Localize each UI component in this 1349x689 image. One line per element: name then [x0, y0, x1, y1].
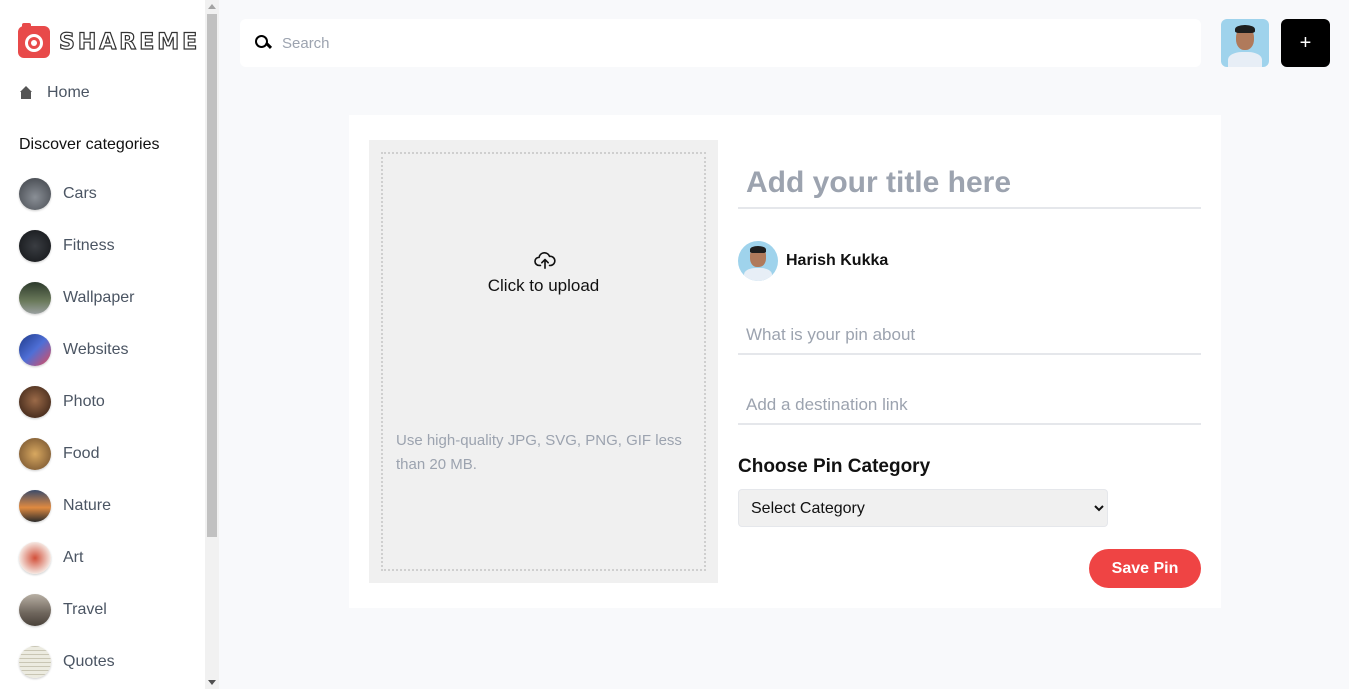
search-bar[interactable] [240, 19, 1201, 67]
category-thumbnail [19, 334, 51, 366]
add-pin-button[interactable]: + [1281, 19, 1330, 67]
sidebar-item-label: Quotes [63, 653, 115, 670]
category-thumbnail [19, 230, 51, 262]
category-thumbnail [19, 542, 51, 574]
user-avatar[interactable] [1221, 19, 1269, 67]
sidebar-item-label: Cars [63, 185, 97, 202]
upload-dropzone[interactable]: Click to upload Use high-quality JPG, SV… [381, 152, 706, 571]
scroll-thumb[interactable] [207, 14, 217, 537]
search-input[interactable] [282, 34, 1162, 52]
sidebar-item-food[interactable]: Food [19, 438, 134, 470]
search-icon [254, 34, 272, 52]
destination-link-input[interactable] [738, 387, 1201, 425]
sidebar-item-label: Websites [63, 341, 129, 358]
category-heading: Choose Pin Category [738, 456, 931, 477]
profile-photo [738, 241, 778, 281]
avatar [738, 241, 778, 281]
cloud-upload-icon [534, 252, 556, 269]
sidebar-item-quotes[interactable]: Quotes [19, 646, 134, 678]
title-input[interactable] [738, 159, 1201, 209]
sidebar-scrollbar[interactable] [205, 0, 219, 689]
sidebar: SHAREME Home Discover categories Cars Fi… [0, 0, 205, 689]
sidebar-item-label: Food [63, 445, 100, 462]
category-thumbnail [19, 178, 51, 210]
category-thumbnail [19, 490, 51, 522]
category-thumbnail [19, 386, 51, 418]
sidebar-item-travel[interactable]: Travel [19, 594, 134, 626]
sidebar-item-wallpaper[interactable]: Wallpaper [19, 282, 134, 314]
sidebar-item-label: Fitness [63, 237, 115, 254]
user-name: Harish Kukka [786, 252, 889, 269]
sidebar-item-home[interactable]: Home [19, 84, 90, 102]
sidebar-item-websites[interactable]: Websites [19, 334, 134, 366]
logo-text: SHAREME [58, 29, 201, 55]
profile-photo [1221, 19, 1269, 67]
scroll-up-arrow-icon[interactable] [208, 4, 216, 9]
camera-logo-icon [18, 23, 50, 58]
sidebar-item-label: Photo [63, 393, 105, 410]
category-thumbnail [19, 594, 51, 626]
discover-categories-heading: Discover categories [19, 136, 160, 153]
upload-area[interactable]: Click to upload Use high-quality JPG, SV… [369, 140, 718, 583]
save-pin-button[interactable]: Save Pin [1089, 549, 1201, 588]
category-list: Cars Fitness Wallpaper Websites Photo Fo… [19, 178, 134, 689]
home-icon [19, 86, 33, 100]
category-thumbnail [19, 646, 51, 678]
sidebar-item-label: Art [63, 549, 84, 566]
sidebar-item-fitness[interactable]: Fitness [19, 230, 134, 262]
upload-label: Click to upload [487, 276, 600, 295]
logo[interactable]: SHAREME [18, 23, 201, 58]
sidebar-item-label: Nature [63, 497, 112, 514]
sidebar-item-photo[interactable]: Photo [19, 386, 134, 418]
sidebar-item-label: Travel [63, 601, 107, 618]
create-pin-card: Click to upload Use high-quality JPG, SV… [349, 115, 1221, 608]
category-thumbnail [19, 282, 51, 314]
scroll-down-arrow-icon[interactable] [208, 680, 216, 685]
author-info: Harish Kukka [738, 241, 888, 281]
upload-hint: Use high-quality JPG, SVG, PNG, GIF less… [396, 432, 682, 473]
about-input[interactable] [738, 317, 1201, 355]
sidebar-item-label: Wallpaper [63, 289, 135, 306]
sidebar-item-label: Home [47, 84, 90, 101]
sidebar-item-nature[interactable]: Nature [19, 490, 134, 522]
category-thumbnail [19, 438, 51, 470]
sidebar-item-cars[interactable]: Cars [19, 178, 134, 210]
category-select[interactable]: Select Category [738, 489, 1108, 527]
sidebar-item-art[interactable]: Art [19, 542, 134, 574]
